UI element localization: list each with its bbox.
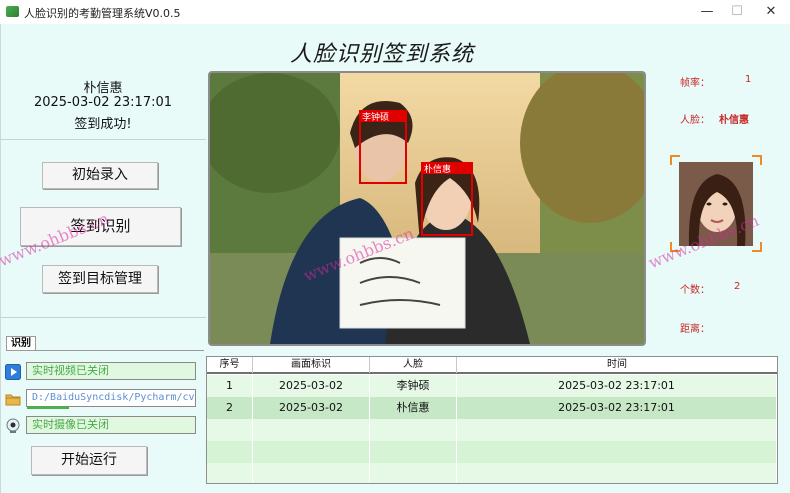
cell-time: 2025-03-02 23:17:01 xyxy=(457,397,777,419)
maximize-button[interactable]: ☐ xyxy=(722,2,752,22)
preview-image: 李钟硕 朴信惠 xyxy=(210,73,644,344)
enroll-button[interactable]: 初始录入 xyxy=(42,162,158,189)
face-label: 人脸： xyxy=(680,115,710,126)
cell-index: 1 xyxy=(207,375,253,397)
folder-icon[interactable] xyxy=(5,391,21,407)
close-button[interactable]: ✕ xyxy=(756,2,786,22)
target-manage-button[interactable]: 签到目标管理 xyxy=(42,265,158,293)
distance-label: 距离： xyxy=(680,324,710,335)
table-row-empty xyxy=(207,463,777,483)
signed-in-time: 2025-03-02 23:17:01 xyxy=(33,95,173,110)
video-status-field: 实时视频已关闭 xyxy=(26,362,196,380)
face-value: 朴信惠 xyxy=(719,115,749,126)
minimize-button[interactable]: — xyxy=(692,2,722,22)
camera-status-field: 实时摄像已关闭 xyxy=(26,416,196,434)
cell-tag: 2025-03-02 23:17:01_0 xyxy=(253,375,370,414)
table-row-empty xyxy=(207,419,777,441)
webcam-icon xyxy=(6,418,20,433)
divider xyxy=(0,317,206,318)
video-icon xyxy=(5,364,21,380)
frame-rate-value: 1 xyxy=(745,74,752,85)
divider xyxy=(0,139,206,140)
count-value: 2 xyxy=(734,281,741,292)
signed-in-name: 朴信惠 xyxy=(83,81,123,96)
tab-recognition[interactable]: 识别 xyxy=(6,336,36,351)
table-row-empty xyxy=(207,441,777,463)
progress-bar xyxy=(27,406,69,409)
cell-index: 2 xyxy=(207,397,253,419)
column-header-index[interactable]: 序号 xyxy=(207,357,253,373)
table-header: 序号 画面标识 人脸 时间 xyxy=(207,357,777,374)
start-run-button[interactable]: 开始运行 xyxy=(31,446,147,475)
detection-label-1: 李钟硕 xyxy=(362,111,389,123)
window-title: 人脸识别的考勤管理系统V0.0.5 xyxy=(24,7,181,20)
file-path-field[interactable]: D:/BaiduSyncdisk/Pycharm/cvp xyxy=(26,389,196,407)
table-row[interactable]: 1 2025-03-02 23:17:01_0 李钟硕 2025-03-02 2… xyxy=(207,375,777,414)
page-title: 人脸识别签到系统 xyxy=(290,42,475,67)
tab-divider xyxy=(6,350,204,351)
frame-rate-label: 帧率： xyxy=(680,78,710,89)
column-header-tag[interactable]: 画面标识 xyxy=(253,357,370,373)
column-header-time[interactable]: 时间 xyxy=(457,357,777,373)
detection-label-2: 朴信惠 xyxy=(424,163,451,175)
cell-tag: 2025-03-02 23:17:01_1 xyxy=(253,397,370,436)
sign-in-status: 签到成功! xyxy=(74,117,132,132)
count-label: 个数： xyxy=(680,285,710,296)
title-bar: 人脸识别的考勤管理系统V0.0.5 — ☐ ✕ xyxy=(0,0,790,24)
record-table: 序号 画面标识 人脸 时间 1 2025-03-02 23:17:01_0 李钟… xyxy=(206,356,778,484)
cell-time: 2025-03-02 23:17:01 xyxy=(457,375,777,397)
camera-preview: 李钟硕 朴信惠 xyxy=(208,71,646,346)
cell-face: 李钟硕 xyxy=(370,375,457,397)
column-header-face[interactable]: 人脸 xyxy=(370,357,457,373)
cell-face: 朴信惠 xyxy=(370,397,457,419)
app-icon xyxy=(6,6,19,17)
frame-corner xyxy=(752,155,762,165)
frame-corner xyxy=(752,242,762,252)
table-row[interactable]: 2 2025-03-02 23:17:01_1 朴信惠 2025-03-02 2… xyxy=(207,397,777,436)
